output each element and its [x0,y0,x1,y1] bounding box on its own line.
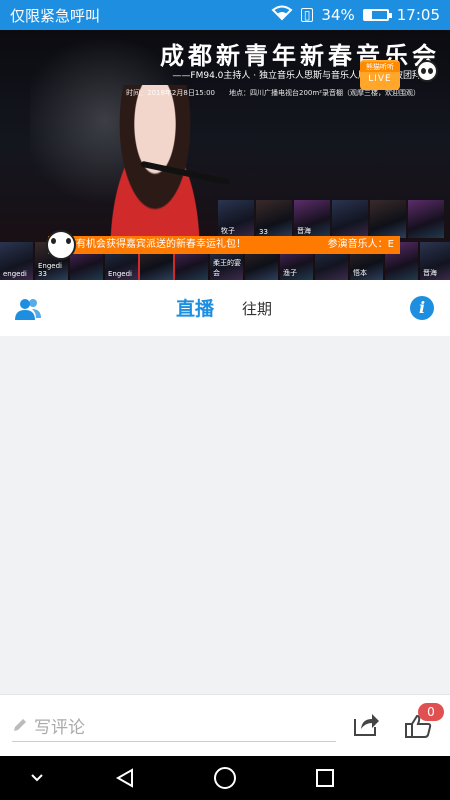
announcement-ticker: ！还有机会获得嘉宾派送的新春幸运礼包！ 参演音乐人：E [48,236,400,254]
wifi-icon [271,5,293,25]
performer-thumbnail-label: 晋海 [423,269,437,277]
status-indicators: ▯ 34% 17:05 [271,5,440,25]
comment-bar: 写评论 0 [0,694,450,756]
performer-thumbnails-top: 牧子 33 晋海 [218,200,444,238]
performer-thumbnail-label: 晋海 [297,227,311,235]
performer-thumbnail: 晋海 [294,200,330,238]
home-icon[interactable] [210,756,240,800]
event-banner[interactable]: 成都新青年新春音乐会 ——FM94.0主持人 · 独立音乐人思斯与音乐人朋友们电… [0,30,450,280]
battery-icon [362,9,392,21]
system-nav-bar [0,756,450,800]
tab-past[interactable]: 往期 [242,298,272,319]
live-badge-brand: 熊猫听听 [360,62,400,72]
users-icon[interactable] [14,296,42,322]
performer-thumbnail-label: 渔子 [283,269,297,277]
performer-thumbnail [408,200,444,238]
performer-thumbnail-label: 33 [259,228,268,236]
live-badge-label: LIVE [368,74,392,84]
battery-level [364,11,373,19]
emergency-calls-text: 仅限紧急呼叫 [10,6,101,25]
performer-thumbnail-label: 牧子 [221,227,235,235]
tab-bar: 直播 往期 i [0,280,450,336]
recents-icon[interactable] [310,756,340,800]
status-bar: 仅限紧急呼叫 ▯ 34% 17:05 [0,0,450,30]
performer-thumbnail: 晋海 [420,242,450,280]
performer-thumbnail-label: engedi [3,270,27,278]
share-icon[interactable] [352,711,380,737]
performer-thumbnail-label: 柔王的宴会 [213,259,241,277]
performer-thumbnail [370,200,406,238]
chevron-down-icon[interactable] [22,756,52,800]
info-icon[interactable]: i [410,296,434,320]
performer-thumbnail: 33 [256,200,292,238]
ticker-message: ！还有机会获得嘉宾派送的新春幸运礼包！ [56,239,246,250]
panda-logo-icon [416,60,438,82]
pencil-icon [14,719,26,731]
performer-thumbnail-label: Engedi 33 [38,262,62,278]
performer-thumbnail-label: Engedi [108,270,132,278]
ticker-performers: 参演音乐人：E [327,239,394,250]
performer-thumbnail-label: 悟本 [353,269,367,277]
tab-live[interactable]: 直播 [176,294,214,321]
sim-card-icon: ▯ [300,8,314,22]
panda-ticker-icon [46,230,76,260]
performer-thumbnail: engedi [0,242,33,280]
live-content-area [0,336,450,694]
live-badge: 熊猫听听 LIVE [360,60,400,90]
performer-thumbnail: 牧子 [218,200,254,238]
clock: 17:05 [396,6,440,24]
like-count-badge: 0 [418,703,444,721]
battery-percent: 34% [321,6,355,24]
back-icon[interactable] [110,756,140,800]
comment-input[interactable]: 写评论 [12,709,336,742]
comment-placeholder: 写评论 [34,717,85,738]
performer-thumbnail [332,200,368,238]
